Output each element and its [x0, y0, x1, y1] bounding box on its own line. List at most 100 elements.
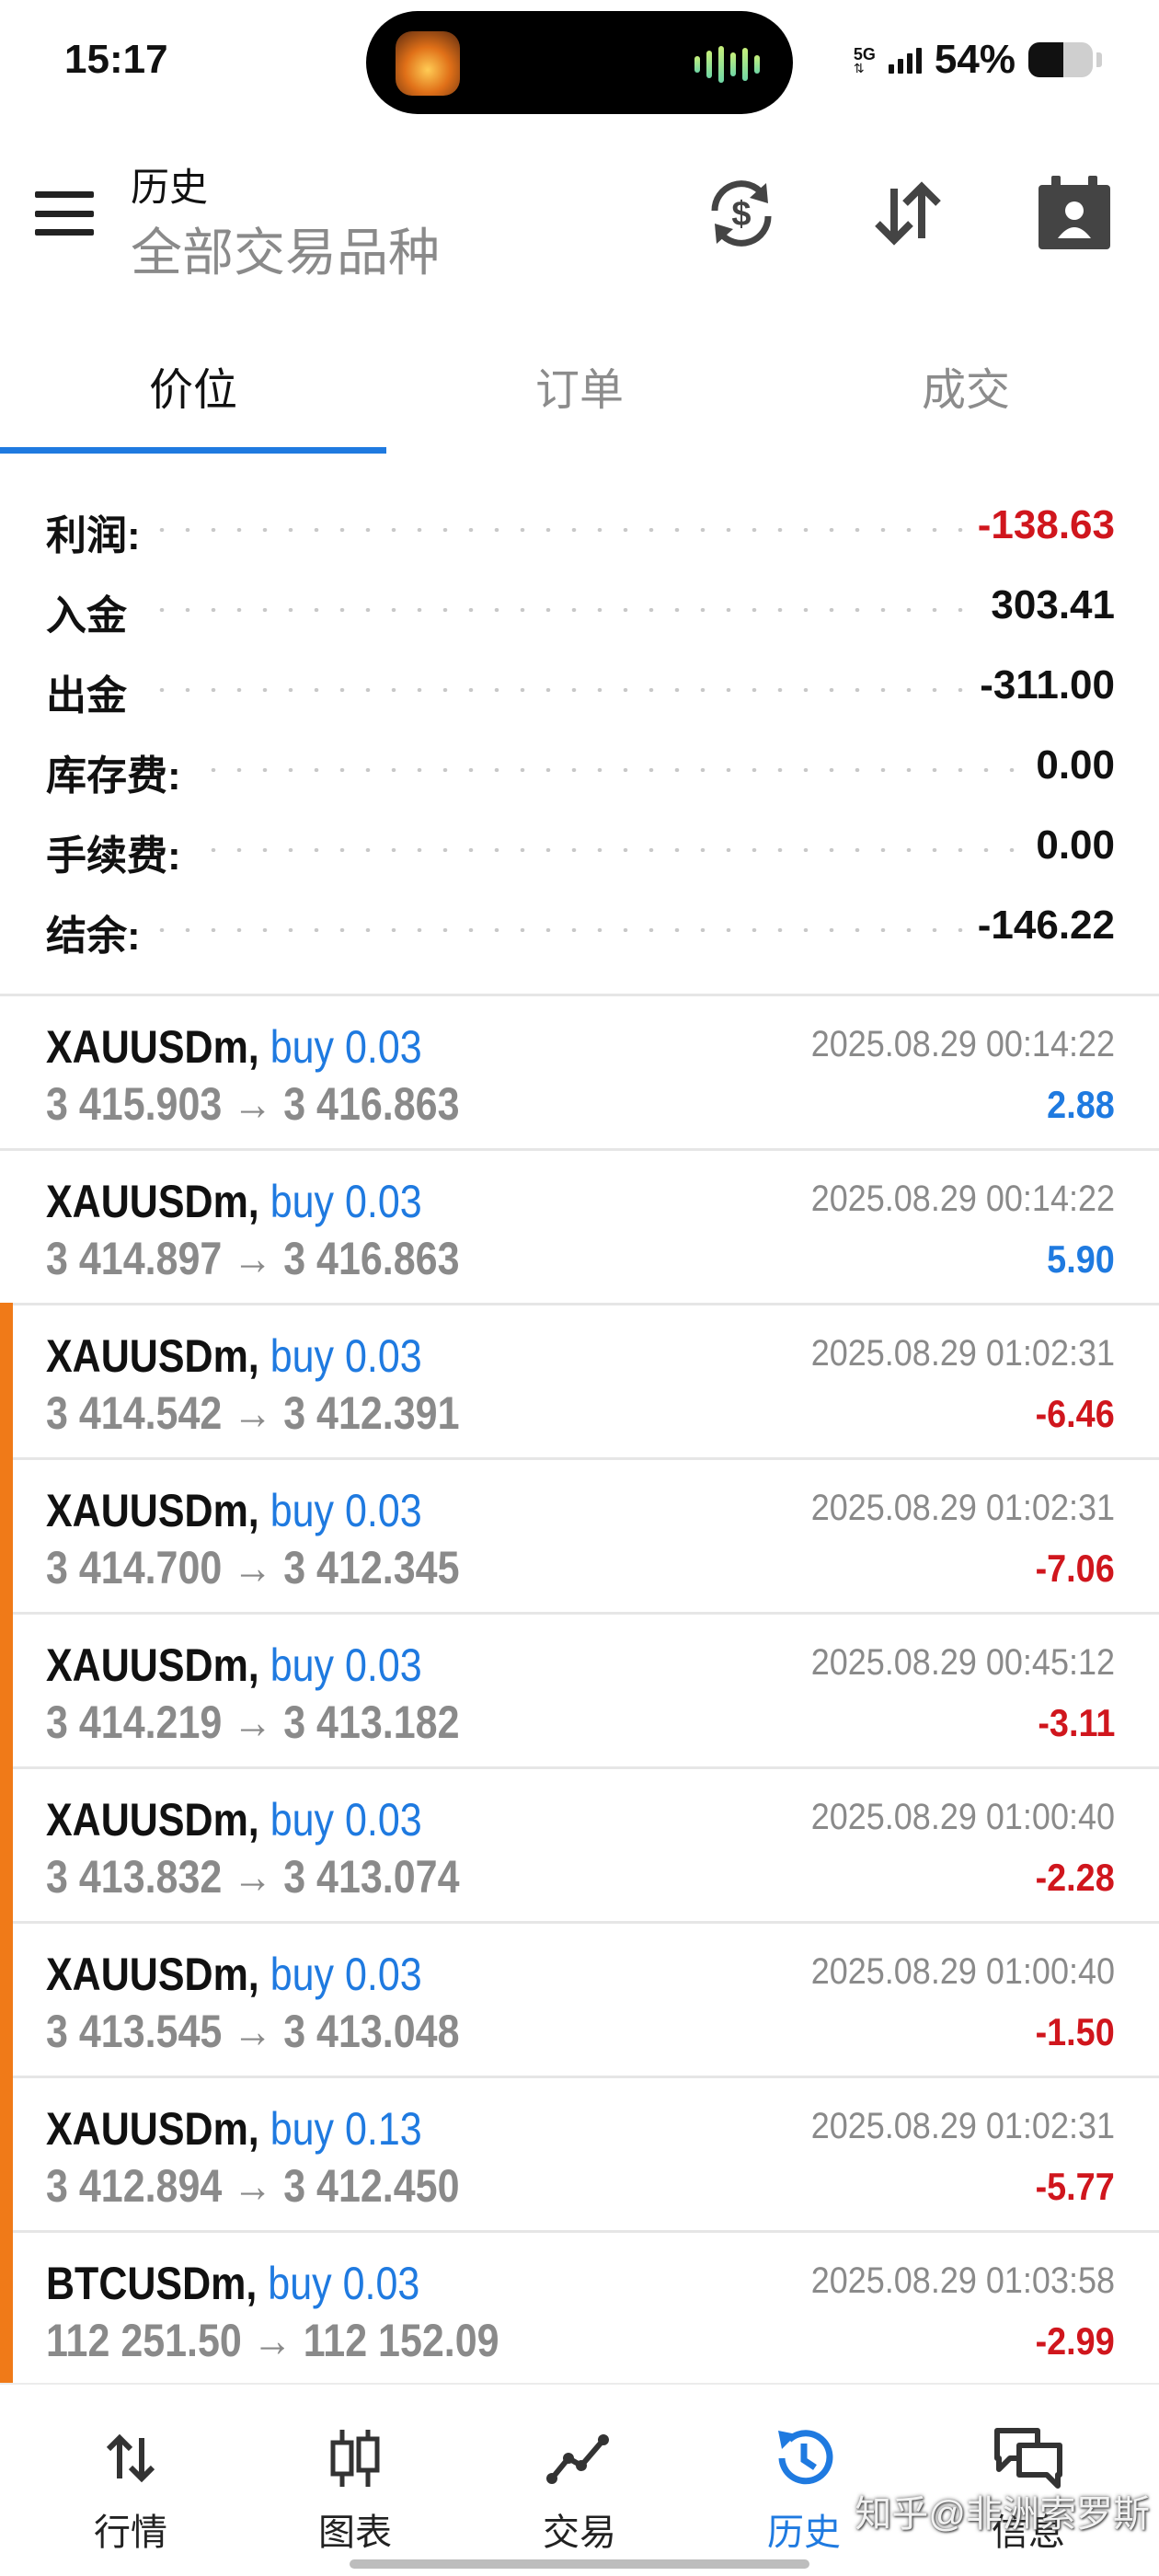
- deal-prices: 3 413.545 → 3 413.048: [46, 2006, 460, 2057]
- deal-symbol: XAUUSDm, buy 0.03: [46, 1948, 422, 2001]
- deal-profit: -2.99: [1035, 2319, 1115, 2363]
- nav-charts[interactable]: 图表: [245, 2385, 465, 2559]
- symbol-name: XAUUSDm,: [46, 1021, 259, 1073]
- candlestick-chart-icon: [318, 2421, 392, 2495]
- deal-time: 2025.08.29 00:14:22: [810, 1179, 1115, 1219]
- nav-trade[interactable]: 交易: [469, 2385, 690, 2559]
- deal-row[interactable]: XAUUSDm, buy 0.03 3 414.897 → 3 416.863 20…: [0, 1151, 1159, 1305]
- deal-side-volume: buy 0.13: [270, 2103, 422, 2155]
- bottom-nav: 行情 图表 交易 历史 信息: [0, 2383, 1159, 2576]
- deal-symbol: XAUUSDm, buy 0.03: [46, 1484, 422, 1537]
- summary-label: 利润:: [46, 502, 154, 561]
- battery-percent: 54%: [934, 37, 1016, 82]
- summary-label: 入金: [46, 582, 140, 641]
- deal-side-volume: buy 0.03: [270, 1021, 422, 1073]
- symbol-name: XAUUSDm,: [46, 1639, 259, 1691]
- symbol-filter[interactable]: 全部交易品种: [131, 212, 440, 286]
- dot-leader: [46, 768, 1095, 772]
- deal-row[interactable]: XAUUSDm, buy 0.03 3 414.542 → 3 412.391 20…: [0, 1303, 1159, 1460]
- deal-row[interactable]: BTCUSDm, buy 0.03 112 251.50 → 112 152.09…: [0, 2230, 1159, 2387]
- deal-side-volume: buy 0.03: [268, 2258, 420, 2309]
- dot-leader: [46, 528, 1095, 532]
- app-header: 历史 全部交易品种 $: [0, 138, 1159, 294]
- deal-time: 2025.08.29 01:02:31: [810, 1333, 1115, 1374]
- summary-value: 0.00: [1023, 822, 1115, 868]
- calendar-icon[interactable]: [1028, 167, 1120, 259]
- deals-list: XAUUSDm, buy 0.03 3 415.903 → 3 416.863 20…: [0, 994, 1159, 2387]
- deal-row[interactable]: XAUUSDm, buy 0.03 3 415.903 → 3 416.863 20…: [0, 996, 1159, 1151]
- audio-wave-icon: [694, 46, 760, 83]
- dynamic-island[interactable]: [366, 11, 793, 114]
- quotes-arrows-icon: [94, 2421, 167, 2495]
- tab-deals[interactable]: 成交: [773, 331, 1159, 460]
- deal-profit: -6.46: [1035, 1392, 1115, 1435]
- deal-row[interactable]: XAUUSDm, buy 0.03 3 414.700 → 3 412.345 20…: [0, 1457, 1159, 1615]
- tab-orders[interactable]: 订单: [386, 331, 773, 460]
- home-indicator[interactable]: [350, 2559, 809, 2569]
- summary-row-balance: 结余: -146.22: [0, 897, 1159, 977]
- summary-label: 出金: [46, 662, 140, 721]
- nav-label: 交易: [543, 2513, 616, 2553]
- tab-positions[interactable]: 价位: [0, 331, 386, 460]
- currency-exchange-icon[interactable]: $: [695, 167, 787, 259]
- nav-label: 历史: [767, 2513, 841, 2553]
- dot-leader: [46, 848, 1095, 852]
- data-arrows-icon: ⇅: [853, 61, 865, 75]
- tab-bar: 价位 订单 成交: [0, 331, 1159, 460]
- deal-profit: -7.06: [1035, 1547, 1115, 1590]
- deal-side-volume: buy 0.03: [270, 1330, 422, 1382]
- deal-symbol: XAUUSDm, buy 0.03: [46, 1020, 422, 1074]
- watermark: 知乎@非洲索罗斯: [855, 2494, 1150, 2535]
- summary-value: 303.41: [978, 582, 1115, 628]
- summary-row-commission: 手续费: 0.00: [0, 817, 1159, 897]
- deal-profit: -1.50: [1035, 2010, 1115, 2053]
- deal-time: 2025.08.29 01:03:58: [810, 2260, 1115, 2301]
- symbol-name: XAUUSDm,: [46, 1330, 259, 1382]
- summary-row-withdrawal: 出金 -311.00: [0, 657, 1159, 737]
- deal-side-volume: buy 0.03: [270, 1176, 422, 1227]
- active-tab-indicator: [0, 447, 386, 454]
- deal-symbol: XAUUSDm, buy 0.03: [46, 1175, 422, 1228]
- summary-value: -311.00: [967, 662, 1115, 708]
- history-clock-icon: [767, 2421, 841, 2495]
- deal-symbol: BTCUSDm, buy 0.03: [46, 2257, 419, 2310]
- summary-value: -146.22: [964, 903, 1115, 949]
- summary-value: 0.00: [1023, 742, 1115, 788]
- deal-profit: -5.77: [1035, 2165, 1115, 2208]
- dot-leader: [46, 608, 1095, 612]
- summary-value: -138.63: [964, 502, 1115, 548]
- deal-row[interactable]: XAUUSDm, buy 0.03 3 413.832 → 3 413.074 20…: [0, 1766, 1159, 1924]
- deal-prices: 3 414.542 → 3 412.391: [46, 1387, 460, 1439]
- sort-icon[interactable]: [862, 167, 954, 259]
- page-title: 历史: [131, 166, 209, 209]
- symbol-name: XAUUSDm,: [46, 1485, 259, 1536]
- deal-side-volume: buy 0.03: [270, 1949, 422, 2000]
- status-bar: 15:17 5G ⇅ 54%: [0, 0, 1159, 129]
- deal-row[interactable]: XAUUSDm, buy 0.03 3 414.219 → 3 413.182 20…: [0, 1612, 1159, 1769]
- deal-prices: 112 251.50 → 112 152.09: [46, 2315, 499, 2366]
- nav-quotes[interactable]: 行情: [20, 2385, 241, 2559]
- summary-label: 手续费:: [46, 822, 194, 881]
- deal-time: 2025.08.29 00:14:22: [810, 1024, 1115, 1064]
- symbol-name: XAUUSDm,: [46, 2103, 259, 2155]
- menu-icon[interactable]: [35, 191, 94, 236]
- status-indicators: 5G ⇅ 54%: [854, 37, 1102, 83]
- media-thumbnail: [396, 31, 460, 96]
- deal-prices: 3 414.897 → 3 416.863: [46, 1233, 460, 1284]
- deal-time: 2025.08.29 00:45:12: [810, 1642, 1115, 1683]
- deal-symbol: XAUUSDm, buy 0.03: [46, 1793, 422, 1846]
- dot-leader: [46, 688, 1095, 692]
- summary-row-swap: 库存费: 0.00: [0, 737, 1159, 817]
- deal-prices: 3 413.832 → 3 413.074: [46, 1851, 460, 1903]
- deal-profit: 2.88: [1047, 1083, 1115, 1126]
- nav-label: 行情: [94, 2513, 167, 2553]
- deal-prices: 3 412.894 → 3 412.450: [46, 2160, 460, 2212]
- deal-time: 2025.08.29 01:00:40: [810, 1797, 1115, 1837]
- symbol-name: XAUUSDm,: [46, 1794, 259, 1846]
- deal-row[interactable]: XAUUSDm, buy 0.03 3 413.545 → 3 413.048 20…: [0, 1921, 1159, 2078]
- summary-row-profit: 利润: -138.63: [0, 497, 1159, 577]
- deal-row[interactable]: XAUUSDm, buy 0.13 3 412.894 → 3 412.450 20…: [0, 2076, 1159, 2233]
- nav-label: 图表: [318, 2513, 392, 2553]
- deal-side-volume: buy 0.03: [270, 1794, 422, 1846]
- deal-time: 2025.08.29 01:02:31: [810, 2106, 1115, 2146]
